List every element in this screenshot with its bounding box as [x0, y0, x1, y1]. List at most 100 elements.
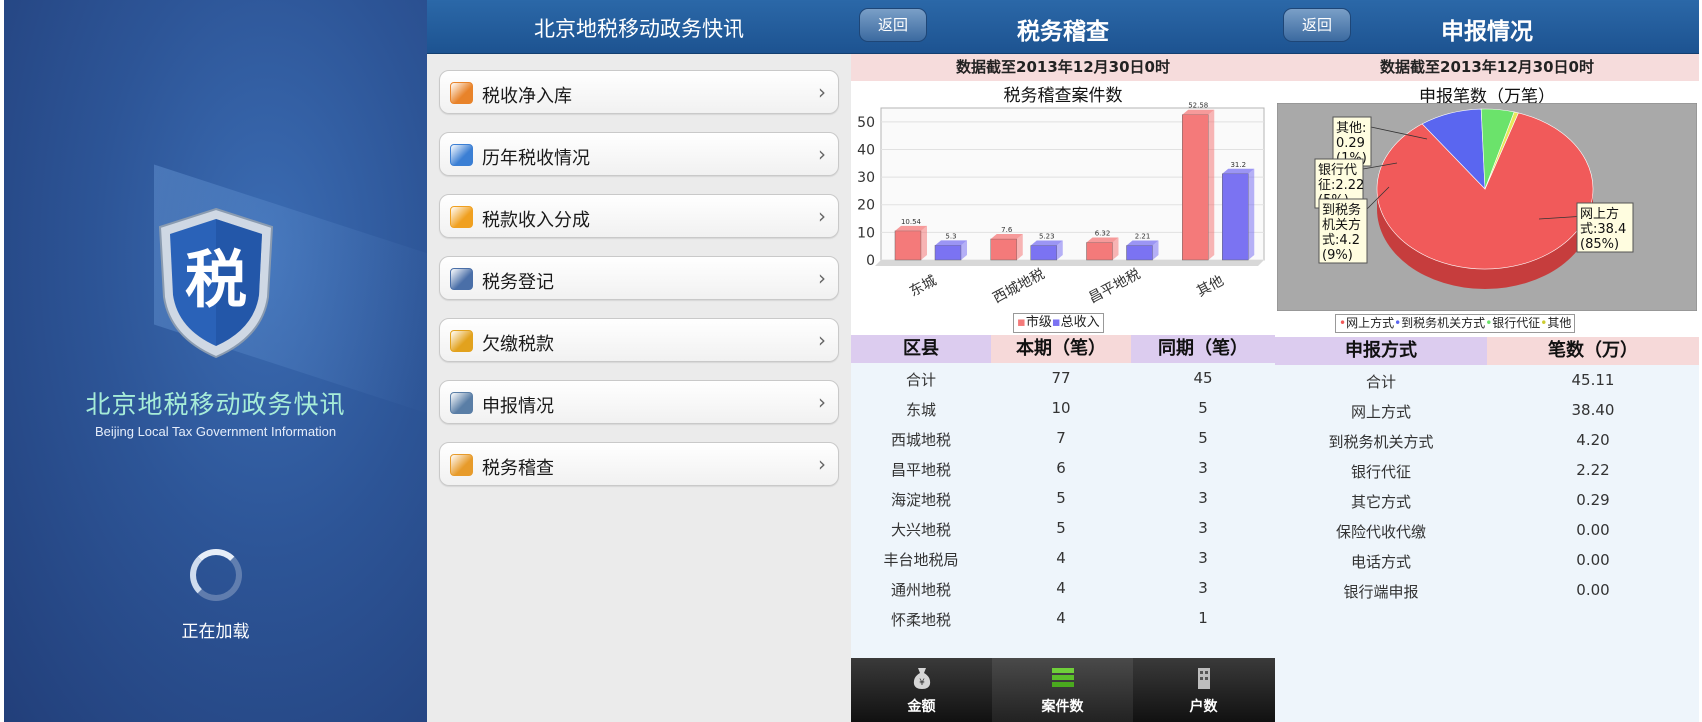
table-row[interactable]: 电话方式 0.00	[1275, 545, 1699, 575]
table-cell: 3	[1198, 579, 1208, 597]
data-as-of: 数据截至2013年12月30日0时	[1275, 54, 1699, 81]
svg-text:¥: ¥	[919, 678, 925, 688]
table-row[interactable]: 合计 45.11	[1275, 365, 1699, 395]
table-row[interactable]: 通州地税 4 3	[851, 573, 1275, 603]
table-row[interactable]: 保险代收代缴 0.00	[1275, 515, 1699, 545]
declaration-title-bar: 返回 申报情况	[1275, 0, 1699, 54]
column-header: 本期（笔）	[991, 335, 1131, 363]
y-tick-label: 40	[857, 142, 875, 158]
menu-item[interactable]: 申报情况 ›	[439, 380, 839, 424]
chevron-right-icon: ›	[818, 142, 826, 166]
menu-item-label: 欠缴税款	[482, 334, 554, 355]
callout-text: 到税务	[1322, 202, 1361, 218]
menu-item[interactable]: 历年税收情况 ›	[439, 132, 839, 176]
tab-label: 金额	[907, 699, 936, 715]
audit-bar-chart: 0 10 20 30 40 50 10.54 5.3 东城 7.6 5.23 西城地税 6.32 2.21…	[857, 102, 1265, 307]
table-cell: 合计	[905, 371, 936, 389]
table-row[interactable]: 昌平地税 6 3	[851, 453, 1275, 483]
legend-swatch-icon: ▪	[1051, 315, 1061, 330]
menu-item[interactable]: 税务稽查 ›	[439, 442, 839, 486]
menu-item[interactable]: 欠缴税款 ›	[439, 318, 839, 362]
table-cell: 5	[1198, 429, 1208, 447]
table-cell: 38.40	[1571, 401, 1615, 419]
app-subtitle: Beijing Local Tax Government Information	[94, 424, 337, 439]
legend-label: 总收入	[1060, 315, 1100, 330]
legend-label: 其他	[1547, 316, 1572, 330]
table-header: 区县 本期（笔） 同期（笔）	[851, 335, 1275, 363]
bar	[1182, 114, 1209, 261]
bar-value-label: 6.32	[1095, 230, 1111, 238]
y-tick-label: 0	[866, 253, 875, 269]
chevron-right-icon: ›	[818, 80, 826, 104]
scroll-fade	[851, 632, 1275, 658]
globe-chart-icon	[450, 144, 473, 166]
declaration-pie-chart: 其他:0.29(1%)银行代征:2.22(5%)到税务机关方式:4.2(9%)网…	[1277, 103, 1697, 311]
table-row[interactable]: 海淀地税 5 3	[851, 483, 1275, 513]
table-row[interactable]: 银行端申报 0.00	[1275, 575, 1699, 605]
bar-side	[921, 225, 927, 260]
table-row[interactable]: 大兴地税 5 3	[851, 513, 1275, 543]
tab-households[interactable]: 户数	[1133, 658, 1274, 722]
data-as-of: 数据截至2013年12月30日0时	[851, 54, 1275, 81]
table-cell: 4	[1056, 609, 1066, 627]
menu-item-label: 税务登记	[482, 272, 554, 293]
bar-value-label: 10.54	[901, 218, 922, 226]
chevron-right-icon: ›	[818, 266, 826, 290]
audit-title-bar: 返回 税务稽查	[851, 0, 1275, 54]
table-row[interactable]: 西城地税 7 5	[851, 423, 1275, 453]
audit-screen: 返回 税务稽查 数据截至2013年12月30日0时 税务稽查案件数 0 10 20 3…	[851, 0, 1275, 722]
table-cell: 怀柔地税	[890, 611, 951, 629]
declaration-table[interactable]: 合计 45.11 网上方式 38.40 到税务机关方式 4.20 银行代征 2.22 其它方式 0…	[1275, 365, 1699, 722]
callout-text: (9%)	[1322, 248, 1353, 263]
table-cell: 45.11	[1571, 371, 1615, 389]
table-cell: 网上方式	[1350, 403, 1411, 421]
table-row[interactable]: 网上方式 38.40	[1275, 395, 1699, 425]
table-row[interactable]: 到税务机关方式 4.20	[1275, 425, 1699, 455]
table-row[interactable]: 银行代征 2.22	[1275, 455, 1699, 485]
bar-value-label: 5.23	[1039, 233, 1055, 241]
tab-amount[interactable]: ¥ 金额	[851, 658, 992, 722]
menu-item[interactable]: 税款收入分成 ›	[439, 194, 839, 238]
table-row[interactable]: 东城 10 5	[851, 393, 1275, 423]
x-tick-label: 西城地税	[990, 266, 1047, 306]
table-cell: 5	[1198, 399, 1208, 417]
chevron-right-icon: ›	[818, 204, 826, 228]
table-row[interactable]: 丰台地税局 4 3	[851, 543, 1275, 573]
legend-label: 到税务机关方式	[1401, 316, 1486, 330]
loading-text: 正在加载	[181, 622, 250, 642]
bar-register-icon	[450, 268, 473, 290]
table-cell: 1	[1198, 609, 1208, 627]
y-tick-label: 50	[857, 115, 875, 131]
table-row[interactable]: 合计 77 45	[851, 363, 1275, 393]
table-cell: 2.22	[1576, 461, 1610, 479]
column-header: 笔数（万）	[1487, 337, 1699, 365]
table-cell: 大兴地税	[890, 521, 951, 539]
menu-item-label: 申报情况	[482, 396, 554, 417]
table-cell: 5	[1056, 519, 1066, 537]
table-cell: 10	[1051, 399, 1071, 417]
app-title: 北京地税移动政务快讯	[85, 390, 346, 419]
bar-value-label: 52.58	[1188, 102, 1208, 110]
bar-side	[1208, 109, 1215, 260]
table-cell: 西城地税	[890, 431, 951, 449]
chart-floor	[875, 260, 1264, 266]
bar-side	[1248, 168, 1255, 260]
menu-item-label: 税收净入库	[482, 86, 572, 107]
house-tax-icon	[450, 82, 473, 104]
callout-text: 网上方	[1580, 206, 1619, 222]
bottom-tab-bar: ¥ 金额 案件数 户数	[851, 658, 1275, 722]
menu-item-label: 历年税收情况	[482, 148, 590, 169]
audit-table[interactable]: 合计 77 45 东城 10 5 西城地税 7 5 昌平地税 6 3 海淀地税 5 3 大兴地税 5 3 丰台地税局…	[851, 363, 1275, 658]
menu-item[interactable]: 税收净入库 ›	[439, 70, 839, 114]
table-row[interactable]: 怀柔地税 4 1	[851, 603, 1275, 633]
case-stack-icon	[1052, 668, 1074, 687]
legend-swatch-icon: ▪	[1017, 315, 1026, 330]
chevron-right-icon: ›	[818, 328, 826, 352]
tab-case-count[interactable]: 案件数	[992, 658, 1133, 722]
menu-item[interactable]: 税务登记 ›	[439, 256, 839, 300]
table-cell: 3	[1198, 549, 1208, 567]
bar	[1126, 245, 1153, 261]
table-cell: 6	[1056, 459, 1066, 477]
table-row[interactable]: 其它方式 0.29	[1275, 485, 1699, 515]
table-cell: 0.00	[1576, 581, 1610, 599]
